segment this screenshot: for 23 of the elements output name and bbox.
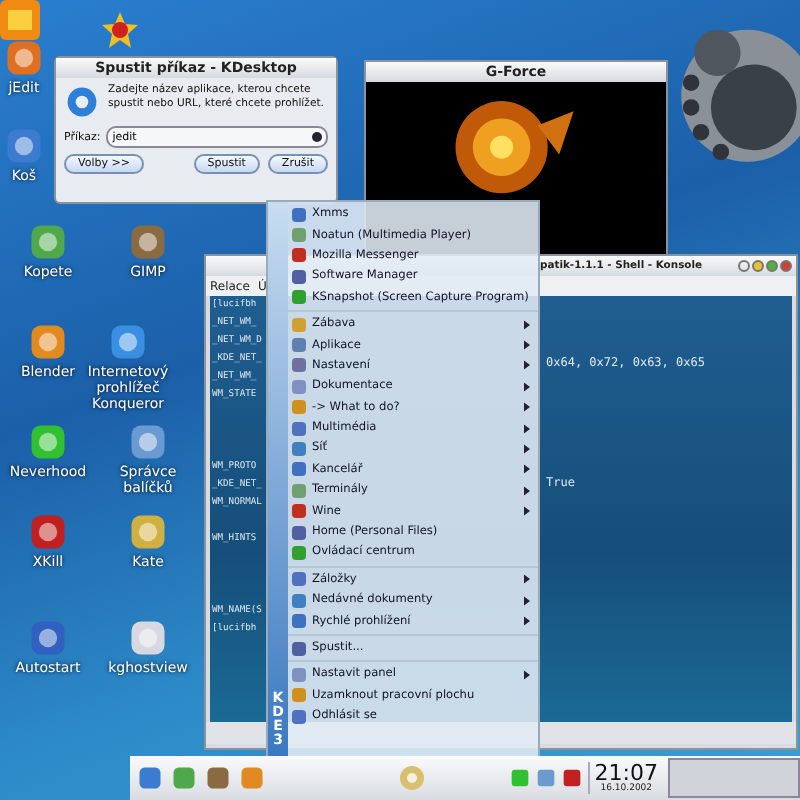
tray-icon[interactable]	[562, 768, 583, 788]
application-icon[interactable]	[26, 510, 70, 554]
application-icon[interactable]	[126, 510, 170, 554]
application-icon[interactable]	[26, 320, 70, 364]
application-icon[interactable]	[126, 220, 170, 264]
clock-time: 21:07	[594, 762, 658, 784]
application-icon[interactable]	[2, 124, 46, 168]
application-icon[interactable]	[26, 220, 70, 264]
submenu-arrow-icon	[524, 669, 530, 680]
mini-player-drawing[interactable]	[668, 758, 800, 798]
launcher-icon[interactable]	[136, 764, 164, 792]
application-icon[interactable]	[106, 320, 150, 364]
application-icon[interactable]	[126, 616, 170, 660]
tray-icon[interactable]	[536, 768, 557, 788]
launcher-icon[interactable]	[238, 764, 266, 792]
launcher-icon[interactable]	[204, 764, 232, 792]
star-icon[interactable]	[100, 10, 140, 50]
launcher-icon[interactable]	[170, 764, 198, 792]
window-close-button[interactable]	[780, 260, 792, 272]
application-icon[interactable]	[26, 616, 70, 660]
application-icon[interactable]	[2, 36, 46, 80]
application-icon[interactable]	[126, 420, 170, 464]
application-icon[interactable]	[26, 420, 70, 464]
